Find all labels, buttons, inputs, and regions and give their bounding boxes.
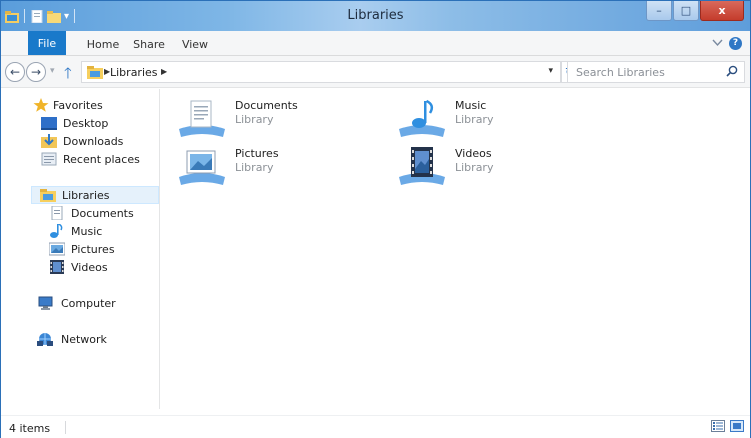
item-count: 4 items — [9, 422, 51, 435]
search-box[interactable]: Search Libraries — [567, 61, 745, 83]
star-icon — [33, 98, 49, 112]
tab-view[interactable]: View — [177, 35, 213, 54]
pictures-library-icon — [177, 147, 227, 187]
address-bar[interactable]: ▶ Libraries ▶ ▾ — [81, 61, 561, 83]
ribbon-tabs: File Home Share View ? — [1, 31, 750, 56]
forward-arrow-icon: → — [30, 65, 42, 79]
search-icon[interactable] — [726, 65, 738, 80]
help-icon[interactable]: ? — [729, 37, 742, 50]
sidebar-item-label: Libraries — [62, 188, 110, 202]
sidebar-item-documents[interactable]: Documents — [49, 204, 134, 222]
title-bar[interactable]: ▾ Libraries – □ x — [1, 1, 750, 31]
sidebar-item-label: Videos — [71, 260, 108, 274]
maximize-button[interactable]: □ — [673, 1, 699, 21]
up-arrow-icon[interactable]: 🡑 — [64, 63, 72, 88]
sidebar-item-label: Recent places — [63, 152, 140, 166]
videos-library-icon — [397, 147, 447, 187]
videos-icon — [49, 260, 65, 274]
sidebar-item-favorites[interactable]: Favorites — [33, 96, 103, 114]
sidebar-item-label: Favorites — [53, 98, 103, 112]
music-note-icon — [49, 223, 65, 238]
details-view-icon[interactable] — [711, 420, 725, 432]
back-arrow-icon: ← — [9, 65, 21, 79]
sidebar-item-label: Desktop — [63, 116, 109, 130]
explorer-window: ▾ Libraries – □ x File Home Share View ?… — [0, 0, 751, 438]
library-name: Pictures — [235, 147, 279, 160]
ribbon-options: ? — [712, 37, 742, 50]
library-item-videos[interactable]: Videos Library — [397, 147, 493, 187]
back-button[interactable]: ← — [5, 62, 25, 82]
breadcrumb-separator-icon[interactable]: ▶ — [161, 67, 167, 76]
search-input[interactable]: Search Libraries — [576, 66, 665, 79]
sidebar-item-computer[interactable]: Computer — [38, 294, 116, 312]
sidebar-item-label: Music — [71, 224, 103, 238]
library-type: Library — [235, 113, 274, 126]
library-type: Library — [455, 113, 494, 126]
close-button[interactable]: x — [700, 1, 744, 21]
sidebar-item-libraries[interactable]: Libraries — [31, 186, 159, 204]
minimize-button[interactable]: – — [646, 1, 672, 21]
status-bar: 4 items — [1, 415, 750, 438]
navigation-bar: ← → ▾ 🡑 ▶ Libraries ▶ ▾ ↻ Search Librari… — [1, 56, 750, 88]
sidebar-item-label: Downloads — [63, 134, 124, 148]
library-name: Music — [455, 99, 487, 112]
sidebar-item-label: Documents — [71, 206, 134, 220]
library-content: Documents Library Music Library Pictures… — [161, 89, 750, 409]
library-type: Library — [455, 161, 494, 174]
navigation-pane: Favorites Desktop Downloads Recent place… — [1, 89, 160, 409]
status-divider — [65, 421, 66, 434]
sidebar-item-pictures[interactable]: Pictures — [48, 240, 115, 258]
libraries-folder-icon — [87, 65, 103, 79]
window-controls: – □ x — [646, 1, 744, 21]
sidebar-item-label: Computer — [61, 296, 116, 310]
library-item-documents[interactable]: Documents Library — [177, 99, 298, 139]
sidebar-item-recent-places[interactable]: Recent places — [41, 150, 140, 168]
libraries-folder-icon — [40, 188, 56, 202]
recent-places-icon — [41, 152, 57, 166]
sidebar-item-desktop[interactable]: Desktop — [41, 114, 108, 132]
library-item-music[interactable]: Music Library — [397, 99, 493, 139]
library-type: Library — [235, 161, 274, 174]
downloads-icon — [41, 134, 57, 148]
sidebar-item-network[interactable]: Network — [37, 330, 107, 348]
computer-icon — [37, 296, 53, 310]
chevron-down-icon[interactable] — [712, 37, 723, 50]
sidebar-item-videos[interactable]: Videos — [49, 258, 108, 276]
breadcrumb-libraries[interactable]: Libraries — [110, 66, 158, 79]
window-title: Libraries — [347, 8, 404, 23]
address-history-chevron-icon[interactable]: ▾ — [548, 66, 553, 76]
tab-file[interactable]: File — [28, 31, 66, 55]
recent-locations-chevron-icon[interactable]: ▾ — [50, 66, 55, 76]
desktop-icon — [41, 116, 57, 130]
documents-icon — [49, 205, 65, 221]
music-library-icon — [397, 99, 447, 139]
library-item-pictures[interactable]: Pictures Library — [177, 147, 279, 187]
view-switcher — [711, 420, 744, 432]
sidebar-item-downloads[interactable]: Downloads — [41, 132, 123, 150]
library-name: Videos — [455, 147, 492, 160]
large-icons-view-icon[interactable] — [730, 420, 744, 432]
sidebar-item-label: Network — [61, 332, 107, 346]
sidebar-item-music[interactable]: Music — [49, 222, 102, 240]
sidebar-item-label: Pictures — [71, 242, 115, 256]
documents-library-icon — [177, 99, 227, 139]
library-name: Documents — [235, 99, 298, 112]
tab-home[interactable]: Home — [84, 35, 122, 54]
tab-share[interactable]: Share — [128, 35, 170, 54]
pictures-icon — [48, 242, 66, 256]
forward-button[interactable]: → — [26, 62, 46, 82]
network-icon — [37, 332, 53, 346]
